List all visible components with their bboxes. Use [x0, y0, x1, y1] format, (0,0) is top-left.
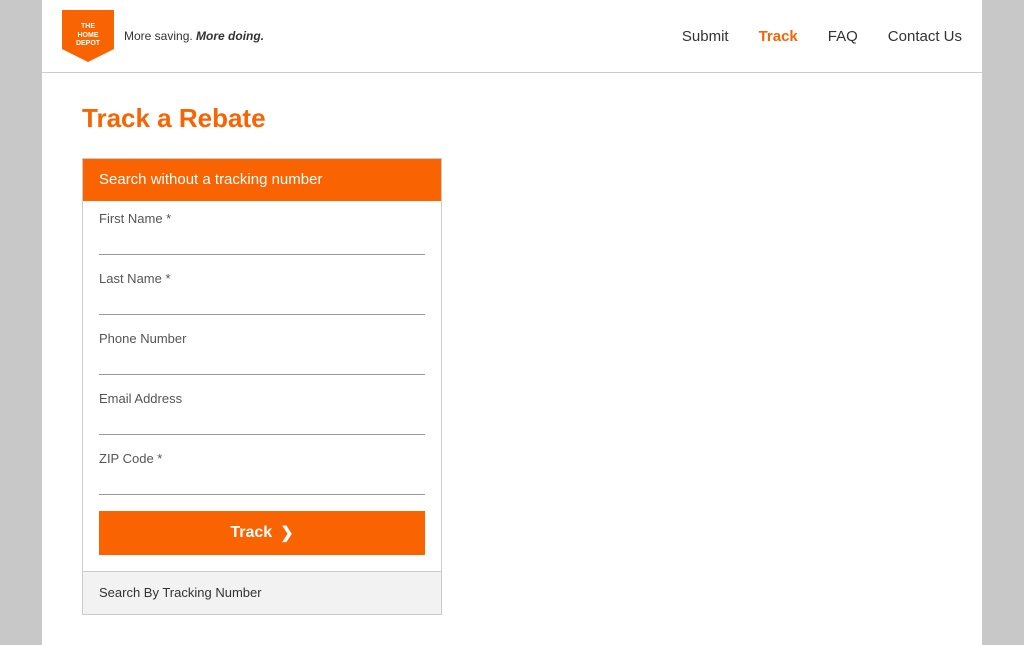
form-card-body: First Name * Last Name * Phone Number Em…	[83, 201, 441, 571]
phone-field: Phone Number	[99, 331, 425, 375]
tagline-bold: More doing.	[196, 29, 264, 43]
page-wrapper: THE HOME DEPOT More saving. More doing. …	[0, 0, 1024, 645]
zip-field: ZIP Code *	[99, 451, 425, 495]
header: THE HOME DEPOT More saving. More doing. …	[42, 0, 982, 73]
form-section-title: Search without a tracking number	[99, 171, 322, 188]
track-form-card: Search without a tracking number First N…	[82, 158, 442, 615]
zip-input[interactable]	[99, 470, 425, 495]
tagline-plain: More saving.	[124, 29, 193, 43]
email-input[interactable]	[99, 410, 425, 435]
page-body: Track a Rebate Search without a tracking…	[42, 73, 982, 645]
track-button-label: Track	[230, 524, 272, 542]
last-name-input[interactable]	[99, 290, 425, 315]
logo-tagline: More saving. More doing.	[124, 29, 264, 43]
phone-label: Phone Number	[99, 331, 425, 346]
page-title: Track a Rebate	[82, 103, 942, 134]
nav-submit[interactable]: Submit	[682, 28, 729, 45]
last-name-label: Last Name *	[99, 271, 425, 286]
logo-line2: HOME	[76, 32, 100, 40]
form-card-header: Search without a tracking number	[83, 159, 441, 201]
logo-line1: THE	[76, 23, 100, 31]
logo-line3: DEPOT	[76, 40, 100, 48]
track-button[interactable]: Track ❯	[99, 511, 425, 555]
first-name-input[interactable]	[99, 230, 425, 255]
email-field: Email Address	[99, 391, 425, 435]
logo-area: THE HOME DEPOT More saving. More doing.	[62, 10, 264, 62]
main-nav: Submit Track FAQ Contact Us	[682, 28, 962, 45]
last-name-field: Last Name *	[99, 271, 425, 315]
first-name-label: First Name *	[99, 211, 425, 226]
nav-faq[interactable]: FAQ	[828, 28, 858, 45]
home-depot-logo: THE HOME DEPOT	[62, 10, 114, 62]
chevron-right-icon: ❯	[280, 523, 293, 543]
zip-label: ZIP Code *	[99, 451, 425, 466]
nav-contact[interactable]: Contact Us	[888, 28, 962, 45]
form-card-footer[interactable]: Search By Tracking Number	[83, 571, 441, 614]
phone-input[interactable]	[99, 350, 425, 375]
main-content: THE HOME DEPOT More saving. More doing. …	[42, 0, 982, 645]
search-by-tracking-number-link[interactable]: Search By Tracking Number	[99, 585, 262, 600]
email-label: Email Address	[99, 391, 425, 406]
first-name-field: First Name *	[99, 211, 425, 255]
nav-track[interactable]: Track	[759, 28, 798, 45]
